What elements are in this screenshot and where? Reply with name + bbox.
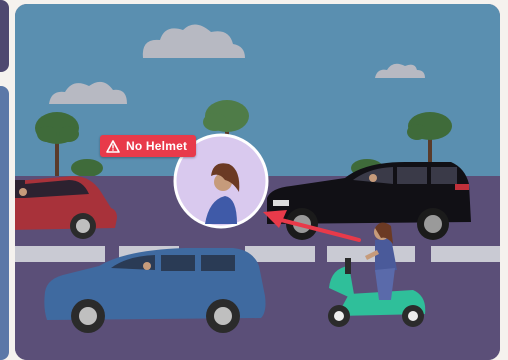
side-card-left-top [0,0,9,72]
side-card-left-bottom [0,86,9,360]
bush [71,159,103,177]
alert-label: No Helmet [126,139,188,153]
no-helmet-alert-badge: No Helmet [100,135,197,157]
traffic-scene-panel [15,4,500,360]
warning-triangle-icon [106,139,120,153]
